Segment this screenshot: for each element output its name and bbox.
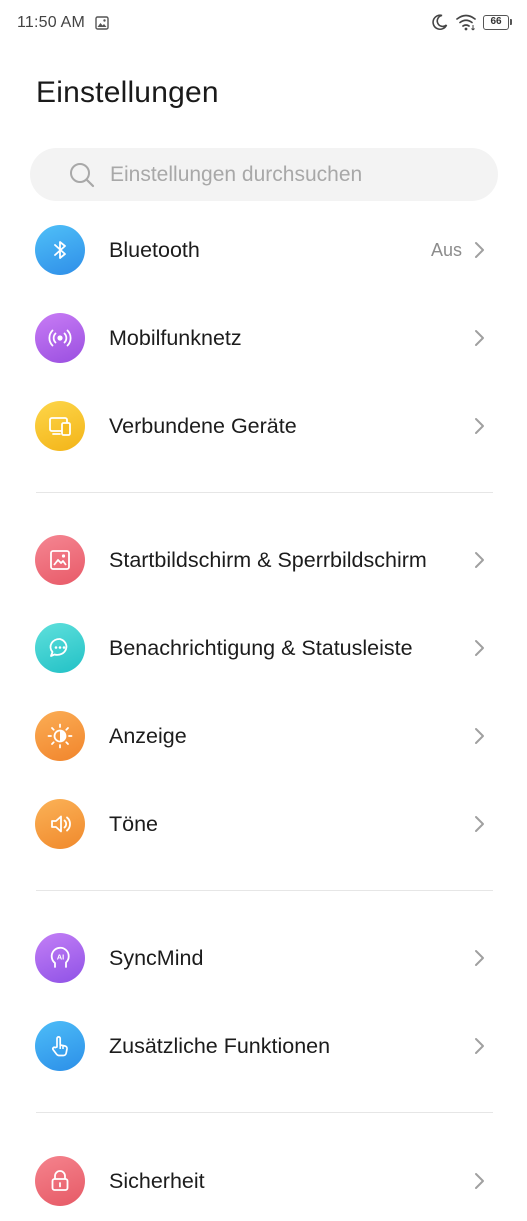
search-bar[interactable]: Einstellungen durchsuchen — [30, 148, 498, 201]
settings-item-label: Mobilfunknetz — [109, 326, 242, 350]
settings-item-syncmind[interactable]: AI SyncMind — [0, 918, 527, 998]
settings-item-label: Anzeige — [109, 724, 187, 748]
brightness-icon — [35, 711, 85, 761]
settings-item-display[interactable]: Anzeige — [0, 696, 527, 776]
section-divider — [36, 1112, 493, 1113]
settings-item-notifications-statusbar[interactable]: Benachrichtigung & Statusleiste — [0, 608, 527, 688]
settings-item-label: Startbildschirm & Sperrbildschirm — [109, 548, 427, 572]
search-input[interactable]: Einstellungen durchsuchen — [110, 148, 362, 201]
section-divider — [36, 890, 493, 891]
settings-item-connected-devices[interactable]: Verbundene Geräte — [0, 386, 527, 466]
chevron-right-icon — [475, 728, 484, 744]
settings-item-label: Töne — [109, 812, 159, 836]
cellular-signal-icon — [35, 313, 85, 363]
chevron-right-icon — [475, 1173, 484, 1189]
battery-indicator: 66 — [483, 14, 512, 30]
settings-item-mobile-network[interactable]: Mobilfunknetz — [0, 298, 527, 378]
status-icons: 66 — [431, 13, 512, 31]
settings-item-label: Verbundene Geräte — [109, 414, 297, 438]
section-divider — [36, 492, 493, 493]
settings-item-label: Bluetooth — [109, 238, 200, 262]
chevron-right-icon — [475, 816, 484, 832]
wallpaper-icon — [35, 535, 85, 585]
ai-head-icon: AI — [35, 933, 85, 983]
lock-icon — [35, 1156, 85, 1206]
chevron-right-icon — [475, 640, 484, 656]
chat-bubble-icon — [35, 623, 85, 673]
bluetooth-status-value: Aus — [430, 240, 462, 260]
status-time: 11:50 AM — [17, 14, 86, 31]
settings-item-security[interactable]: Sicherheit — [0, 1141, 527, 1221]
wifi-icon — [456, 14, 476, 31]
chevron-right-icon — [475, 1038, 484, 1054]
page-title: Einstellungen — [36, 76, 219, 109]
hand-tap-icon — [35, 1021, 85, 1071]
chevron-right-icon — [475, 950, 484, 966]
settings-item-label: Zusätzliche Funktionen — [109, 1034, 331, 1058]
settings-item-additional-features[interactable]: Zusätzliche Funktionen — [0, 1006, 527, 1086]
settings-item-label: Benachrichtigung & Statusleiste — [109, 636, 413, 660]
settings-item-label: Sicherheit — [109, 1169, 205, 1193]
search-icon — [70, 163, 95, 188]
bluetooth-icon — [35, 225, 85, 275]
chevron-right-icon — [475, 552, 484, 568]
settings-item-homescreen-lockscreen[interactable]: Startbildschirm & Sperrbildschirm — [0, 520, 527, 600]
moon-icon — [432, 14, 448, 31]
settings-item-bluetooth[interactable]: Bluetooth Aus — [0, 210, 527, 290]
speaker-icon — [35, 799, 85, 849]
chevron-right-icon — [475, 418, 484, 434]
settings-item-label: SyncMind — [109, 946, 204, 970]
status-bar: 11:50 AM 66 — [0, 0, 527, 48]
svg-text:AI: AI — [57, 953, 65, 962]
devices-icon — [35, 401, 85, 451]
chevron-right-icon — [475, 330, 484, 346]
settings-item-sounds[interactable]: Töne — [0, 784, 527, 864]
chevron-right-icon — [475, 242, 484, 258]
gallery-notification-icon — [95, 16, 109, 30]
